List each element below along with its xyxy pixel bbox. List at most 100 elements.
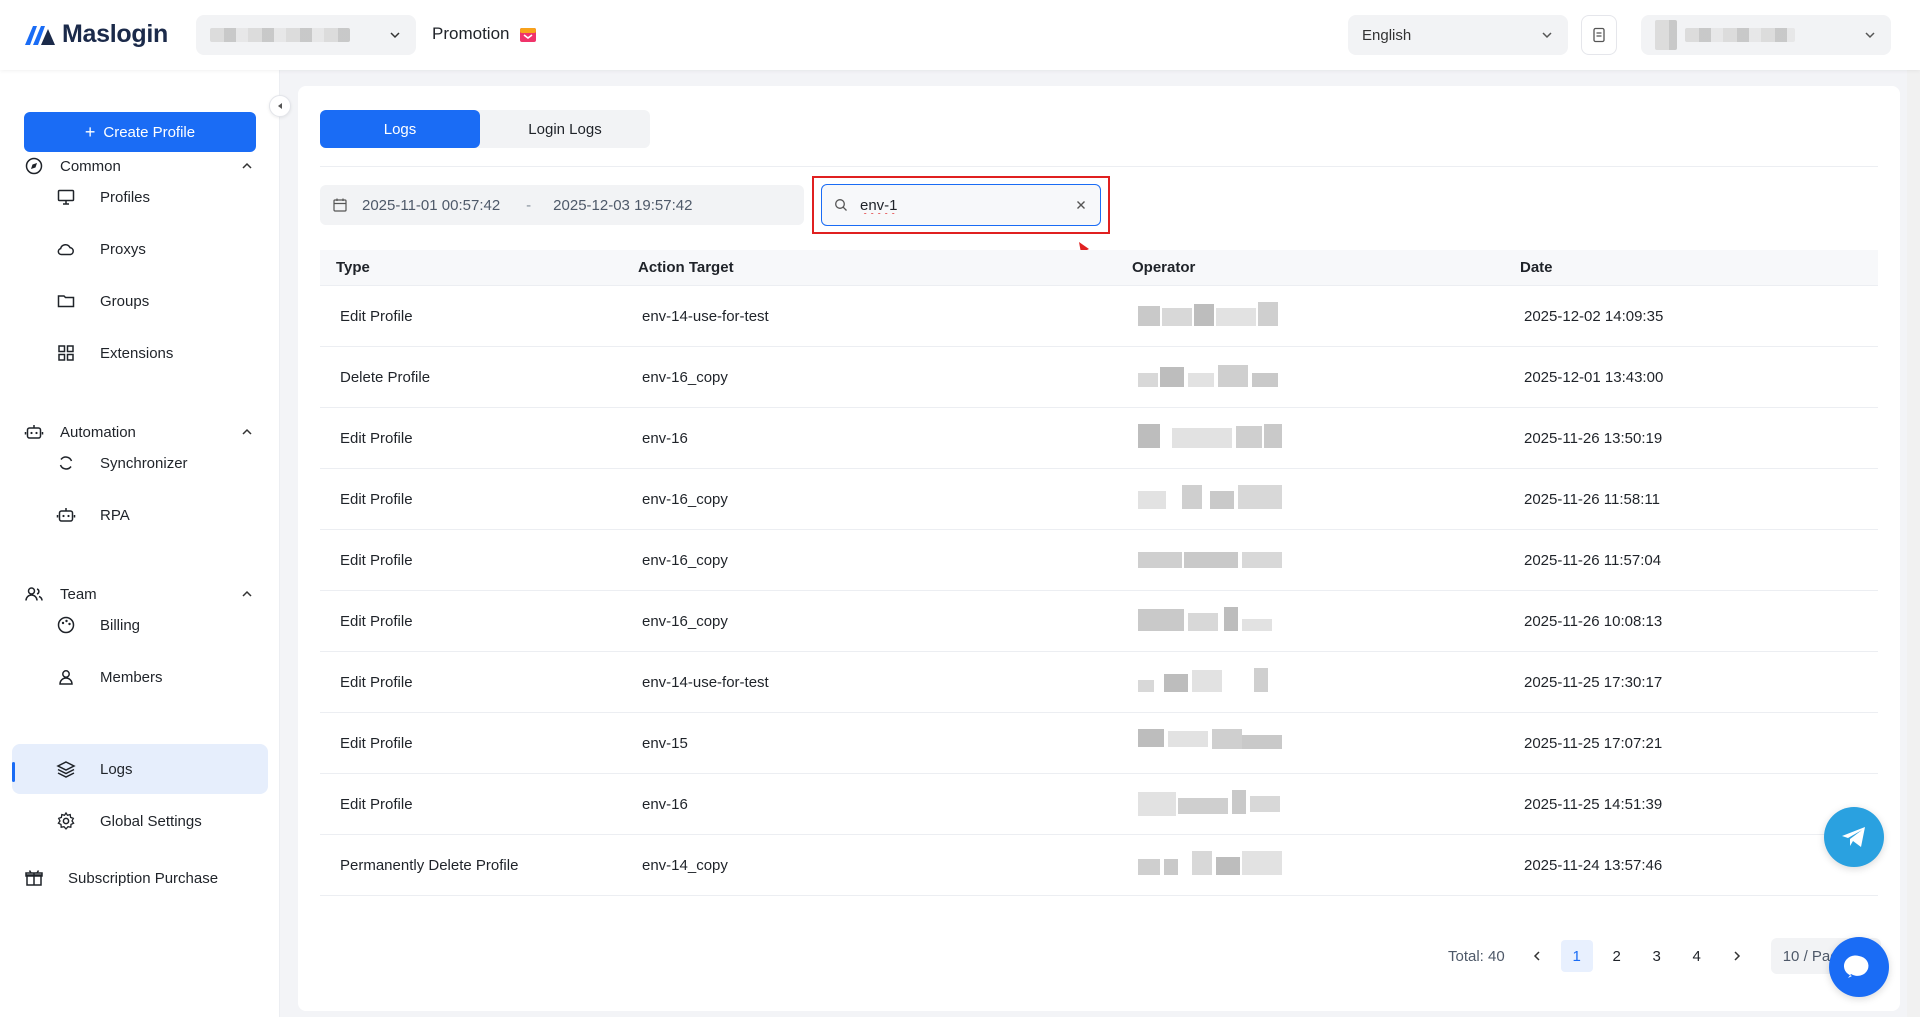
- sync-icon: [59, 456, 73, 470]
- redaction-block: [1182, 485, 1202, 509]
- sidebar-item-rpa[interactable]: RPA: [12, 490, 268, 540]
- operator-redacted: [1138, 298, 1282, 334]
- page-button[interactable]: 1: [1560, 940, 1593, 972]
- page-scrollbar[interactable]: [1907, 70, 1920, 1017]
- table-row[interactable]: Edit Profile env-16_copy 2025-11-26 11:58:…: [320, 469, 1878, 530]
- pagination: Total: 40 1 2 3 4 10 / Page: [1448, 938, 1881, 974]
- table-row[interactable]: Edit Profile env-14-use-for-test 2025-11-2…: [320, 652, 1878, 713]
- sidebar-item-label: Extensions: [100, 344, 174, 362]
- logs-panel: Logs Login Logs 2025-11-01 00:57:42 - 20…: [298, 86, 1900, 1011]
- redaction-block: [1184, 552, 1238, 568]
- redaction-block: [1178, 798, 1228, 814]
- robot-icon: [56, 508, 76, 522]
- cell-date: 2025-12-02 14:09:35: [1524, 307, 1664, 325]
- table-row[interactable]: Edit Profile env-16 2025-11-25 14:51:39: [320, 774, 1878, 835]
- docs-button[interactable]: [1581, 15, 1617, 55]
- redaction-block: [1258, 302, 1278, 326]
- search-field[interactable]: [821, 184, 1101, 226]
- redaction-block: [1138, 609, 1184, 631]
- language-select[interactable]: English: [1348, 15, 1568, 55]
- gift-icon: [520, 28, 537, 42]
- chat-support-button[interactable]: [1829, 937, 1889, 997]
- redaction-block: [1168, 731, 1208, 747]
- cell-type: Edit Profile: [340, 795, 413, 813]
- chevron-down-icon: [390, 32, 400, 39]
- sidebar-item-billing[interactable]: Billing: [12, 600, 268, 650]
- redaction-block: [1250, 796, 1280, 812]
- redaction-block: [1242, 735, 1282, 749]
- redaction-block: [1138, 729, 1164, 747]
- gear-icon: [57, 811, 75, 830]
- workspace-select[interactable]: [196, 15, 416, 55]
- operator-redacted: [1138, 420, 1282, 456]
- sidebar-item-subscription-purchase[interactable]: Subscription Purchase: [24, 860, 218, 896]
- promotion-link[interactable]: Promotion: [432, 24, 537, 44]
- cell-action-target: env-16_copy: [642, 490, 728, 508]
- chevron-down-icon: [1865, 32, 1875, 39]
- cell-type: Edit Profile: [340, 734, 413, 752]
- redaction-block: [1188, 613, 1218, 631]
- header-type: Type: [336, 259, 370, 276]
- sidebar-item-synchronizer[interactable]: Synchronizer: [12, 438, 268, 488]
- tab-logs[interactable]: Logs: [320, 110, 480, 148]
- folder-icon: [57, 295, 75, 308]
- total-count: Total: 40: [1448, 947, 1505, 965]
- chevron-right-icon: [1734, 951, 1740, 961]
- operator-redacted: [1138, 725, 1282, 761]
- sidebar-item-extensions[interactable]: Extensions: [12, 328, 268, 378]
- page-button[interactable]: 3: [1641, 940, 1673, 972]
- logs-table: Type Action Target Operator Date Edit Pr…: [320, 250, 1878, 896]
- sidebar-collapse-button[interactable]: [269, 95, 291, 117]
- avatar-redacted: [1655, 20, 1677, 50]
- table-row[interactable]: Permanently Delete Profile env-14_copy 202…: [320, 835, 1878, 896]
- sidebar-item-members[interactable]: Members: [12, 652, 268, 702]
- date-range-picker[interactable]: 2025-11-01 00:57:42 - 2025-12-03 19:57:4…: [320, 185, 804, 225]
- prev-page-button[interactable]: [1521, 940, 1553, 972]
- cell-date: 2025-11-24 13:57:46: [1524, 856, 1663, 874]
- table-row[interactable]: Edit Profile env-15 2025-11-25 17:07:21: [320, 713, 1878, 774]
- sidebar-item-global-settings[interactable]: Global Settings: [12, 796, 268, 846]
- header-action-target: Action Target: [638, 259, 734, 276]
- redaction-block: [1138, 424, 1160, 448]
- gift-box-icon: [25, 870, 43, 886]
- active-indicator: [12, 762, 15, 782]
- chevron-down-icon: [1542, 32, 1552, 39]
- cell-action-target: env-14_copy: [642, 856, 728, 874]
- chevron-left-icon: [1533, 951, 1540, 961]
- cell-action-target: env-16: [642, 795, 688, 813]
- logo[interactable]: Maslogin: [24, 20, 168, 49]
- sidebar-item-groups[interactable]: Groups: [12, 276, 268, 326]
- logo-text: Maslogin: [62, 20, 168, 48]
- table-header: Type Action Target Operator Date: [320, 250, 1878, 286]
- telegram-button[interactable]: [1824, 807, 1884, 867]
- search-input[interactable]: [860, 196, 1060, 214]
- sidebar-item-label: RPA: [100, 506, 130, 524]
- table-row[interactable]: Delete Profile env-16_copy 2025-12-01 13:4…: [320, 347, 1878, 408]
- redaction-block: [1218, 365, 1248, 387]
- user-account-select[interactable]: [1641, 15, 1891, 55]
- redaction-block: [1192, 670, 1222, 692]
- cell-type: Edit Profile: [340, 551, 413, 569]
- operator-redacted: [1138, 847, 1282, 883]
- sidebar-item-label: Synchronizer: [100, 454, 188, 472]
- document-icon: [1593, 27, 1605, 43]
- table-row[interactable]: Edit Profile env-16 2025-11-26 13:50:19: [320, 408, 1878, 469]
- sidebar-item-proxys[interactable]: Proxys: [12, 224, 268, 274]
- cell-date: 2025-11-26 10:08:13: [1524, 612, 1663, 630]
- table-row[interactable]: Edit Profile env-16_copy 2025-11-26 10:08:…: [320, 591, 1878, 652]
- table-row[interactable]: Edit Profile env-16_copy 2025-11-26 11:57:…: [320, 530, 1878, 591]
- sidebar-item-profiles[interactable]: Profiles: [12, 172, 268, 222]
- page-button[interactable]: 4: [1681, 940, 1713, 972]
- sidebar-item-logs[interactable]: Logs: [12, 744, 268, 794]
- cell-date: 2025-11-25 17:30:17: [1524, 673, 1663, 691]
- clear-icon[interactable]: [1074, 198, 1088, 212]
- redaction-block: [1254, 668, 1268, 692]
- tab-login-logs[interactable]: Login Logs: [480, 110, 650, 148]
- cell-operator: [1132, 847, 1520, 883]
- create-profile-button[interactable]: + Create Profile: [24, 112, 256, 152]
- next-page-button[interactable]: [1721, 940, 1753, 972]
- operator-redacted: [1138, 786, 1282, 822]
- table-row[interactable]: Edit Profile env-14-use-for-test 2025-12-0…: [320, 286, 1878, 347]
- username-redacted: [1685, 28, 1795, 42]
- page-button[interactable]: 2: [1601, 940, 1633, 972]
